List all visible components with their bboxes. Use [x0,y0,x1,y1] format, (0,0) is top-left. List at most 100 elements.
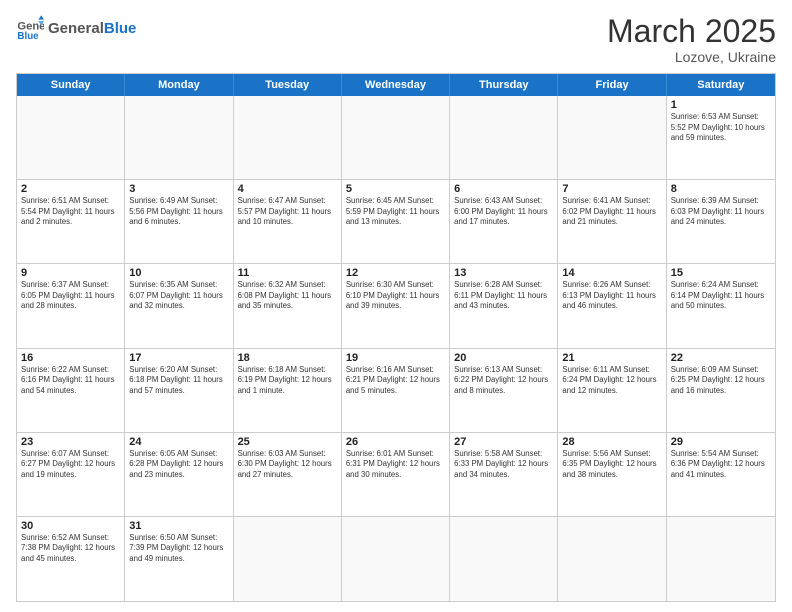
cal-cell-2-6: 15Sunrise: 6:24 AM Sunset: 6:14 PM Dayli… [667,264,775,347]
cal-cell-5-1: 31Sunrise: 6:50 AM Sunset: 7:39 PM Dayli… [125,517,233,601]
day-number: 19 [346,352,445,364]
day-info: Sunrise: 6:26 AM Sunset: 6:13 PM Dayligh… [562,280,661,312]
header-friday: Friday [558,74,666,96]
calendar-header: Sunday Monday Tuesday Wednesday Thursday… [17,74,775,96]
day-number: 9 [21,267,120,279]
cal-cell-1-5: 7Sunrise: 6:41 AM Sunset: 6:02 PM Daylig… [558,180,666,263]
cal-cell-3-6: 22Sunrise: 6:09 AM Sunset: 6:25 PM Dayli… [667,349,775,432]
cal-cell-2-0: 9Sunrise: 6:37 AM Sunset: 6:05 PM Daylig… [17,264,125,347]
day-info: Sunrise: 6:45 AM Sunset: 5:59 PM Dayligh… [346,196,445,228]
day-info: Sunrise: 6:35 AM Sunset: 6:07 PM Dayligh… [129,280,228,312]
day-info: Sunrise: 6:24 AM Sunset: 6:14 PM Dayligh… [671,280,771,312]
cal-cell-0-5 [558,96,666,179]
cal-cell-0-3 [342,96,450,179]
day-number: 29 [671,436,771,448]
cal-cell-0-4 [450,96,558,179]
cal-cell-5-6 [667,517,775,601]
cal-cell-2-1: 10Sunrise: 6:35 AM Sunset: 6:07 PM Dayli… [125,264,233,347]
title-block: March 2025 Lozove, Ukraine [607,14,776,65]
day-info: Sunrise: 6:13 AM Sunset: 6:22 PM Dayligh… [454,365,553,397]
day-info: Sunrise: 6:09 AM Sunset: 6:25 PM Dayligh… [671,365,771,397]
cal-cell-1-4: 6Sunrise: 6:43 AM Sunset: 6:00 PM Daylig… [450,180,558,263]
day-info: Sunrise: 6:32 AM Sunset: 6:08 PM Dayligh… [238,280,337,312]
day-info: Sunrise: 6:39 AM Sunset: 6:03 PM Dayligh… [671,196,771,228]
day-info: Sunrise: 6:50 AM Sunset: 7:39 PM Dayligh… [129,533,228,565]
day-number: 24 [129,436,228,448]
header-thursday: Thursday [450,74,558,96]
cal-cell-5-4 [450,517,558,601]
page: General Blue GeneralBlue March 2025 Lozo… [0,0,792,612]
cal-cell-4-4: 27Sunrise: 5:58 AM Sunset: 6:33 PM Dayli… [450,433,558,516]
day-info: Sunrise: 6:11 AM Sunset: 6:24 PM Dayligh… [562,365,661,397]
day-number: 5 [346,183,445,195]
day-number: 8 [671,183,771,195]
svg-text:Blue: Blue [17,31,39,42]
day-number: 10 [129,267,228,279]
day-info: Sunrise: 6:49 AM Sunset: 5:56 PM Dayligh… [129,196,228,228]
header: General Blue GeneralBlue March 2025 Lozo… [16,14,776,65]
day-number: 11 [238,267,337,279]
day-number: 18 [238,352,337,364]
cal-cell-5-3 [342,517,450,601]
header-monday: Monday [125,74,233,96]
day-number: 4 [238,183,337,195]
cal-week-0: 1Sunrise: 6:53 AM Sunset: 5:52 PM Daylig… [17,96,775,180]
cal-cell-1-3: 5Sunrise: 6:45 AM Sunset: 5:59 PM Daylig… [342,180,450,263]
day-info: Sunrise: 6:43 AM Sunset: 6:00 PM Dayligh… [454,196,553,228]
cal-cell-3-0: 16Sunrise: 6:22 AM Sunset: 6:16 PM Dayli… [17,349,125,432]
day-number: 3 [129,183,228,195]
cal-cell-3-4: 20Sunrise: 6:13 AM Sunset: 6:22 PM Dayli… [450,349,558,432]
day-number: 20 [454,352,553,364]
day-number: 23 [21,436,120,448]
day-info: Sunrise: 6:28 AM Sunset: 6:11 PM Dayligh… [454,280,553,312]
cal-cell-1-1: 3Sunrise: 6:49 AM Sunset: 5:56 PM Daylig… [125,180,233,263]
day-number: 1 [671,99,771,111]
logo-icon: General Blue [16,14,44,42]
cal-cell-3-2: 18Sunrise: 6:18 AM Sunset: 6:19 PM Dayli… [234,349,342,432]
logo: General Blue GeneralBlue [16,14,136,42]
cal-cell-2-3: 12Sunrise: 6:30 AM Sunset: 6:10 PM Dayli… [342,264,450,347]
day-number: 31 [129,520,228,532]
cal-cell-1-0: 2Sunrise: 6:51 AM Sunset: 5:54 PM Daylig… [17,180,125,263]
day-info: Sunrise: 5:58 AM Sunset: 6:33 PM Dayligh… [454,449,553,481]
cal-cell-4-2: 25Sunrise: 6:03 AM Sunset: 6:30 PM Dayli… [234,433,342,516]
day-number: 16 [21,352,120,364]
day-number: 15 [671,267,771,279]
header-saturday: Saturday [667,74,775,96]
cal-cell-2-2: 11Sunrise: 6:32 AM Sunset: 6:08 PM Dayli… [234,264,342,347]
cal-cell-4-1: 24Sunrise: 6:05 AM Sunset: 6:28 PM Dayli… [125,433,233,516]
day-number: 30 [21,520,120,532]
day-info: Sunrise: 6:53 AM Sunset: 5:52 PM Dayligh… [671,112,771,144]
calendar: Sunday Monday Tuesday Wednesday Thursday… [16,73,776,602]
day-number: 2 [21,183,120,195]
logo-general: General [48,20,104,37]
cal-week-1: 2Sunrise: 6:51 AM Sunset: 5:54 PM Daylig… [17,180,775,264]
day-number: 14 [562,267,661,279]
logo-blue: Blue [104,20,137,37]
cal-cell-1-6: 8Sunrise: 6:39 AM Sunset: 6:03 PM Daylig… [667,180,775,263]
header-tuesday: Tuesday [234,74,342,96]
day-info: Sunrise: 6:18 AM Sunset: 6:19 PM Dayligh… [238,365,337,397]
day-number: 17 [129,352,228,364]
cal-cell-4-0: 23Sunrise: 6:07 AM Sunset: 6:27 PM Dayli… [17,433,125,516]
cal-cell-4-5: 28Sunrise: 5:56 AM Sunset: 6:35 PM Dayli… [558,433,666,516]
day-info: Sunrise: 6:52 AM Sunset: 7:38 PM Dayligh… [21,533,120,565]
day-info: Sunrise: 6:51 AM Sunset: 5:54 PM Dayligh… [21,196,120,228]
day-info: Sunrise: 6:05 AM Sunset: 6:28 PM Dayligh… [129,449,228,481]
day-info: Sunrise: 5:54 AM Sunset: 6:36 PM Dayligh… [671,449,771,481]
day-number: 22 [671,352,771,364]
header-sunday: Sunday [17,74,125,96]
cal-week-5: 30Sunrise: 6:52 AM Sunset: 7:38 PM Dayli… [17,517,775,601]
cal-week-3: 16Sunrise: 6:22 AM Sunset: 6:16 PM Dayli… [17,349,775,433]
day-info: Sunrise: 6:47 AM Sunset: 5:57 PM Dayligh… [238,196,337,228]
calendar-title: March 2025 [607,14,776,49]
cal-cell-3-1: 17Sunrise: 6:20 AM Sunset: 6:18 PM Dayli… [125,349,233,432]
day-info: Sunrise: 6:07 AM Sunset: 6:27 PM Dayligh… [21,449,120,481]
cal-cell-1-2: 4Sunrise: 6:47 AM Sunset: 5:57 PM Daylig… [234,180,342,263]
day-info: Sunrise: 6:41 AM Sunset: 6:02 PM Dayligh… [562,196,661,228]
day-number: 26 [346,436,445,448]
cal-cell-0-2 [234,96,342,179]
day-number: 21 [562,352,661,364]
day-info: Sunrise: 6:03 AM Sunset: 6:30 PM Dayligh… [238,449,337,481]
day-info: Sunrise: 6:22 AM Sunset: 6:16 PM Dayligh… [21,365,120,397]
